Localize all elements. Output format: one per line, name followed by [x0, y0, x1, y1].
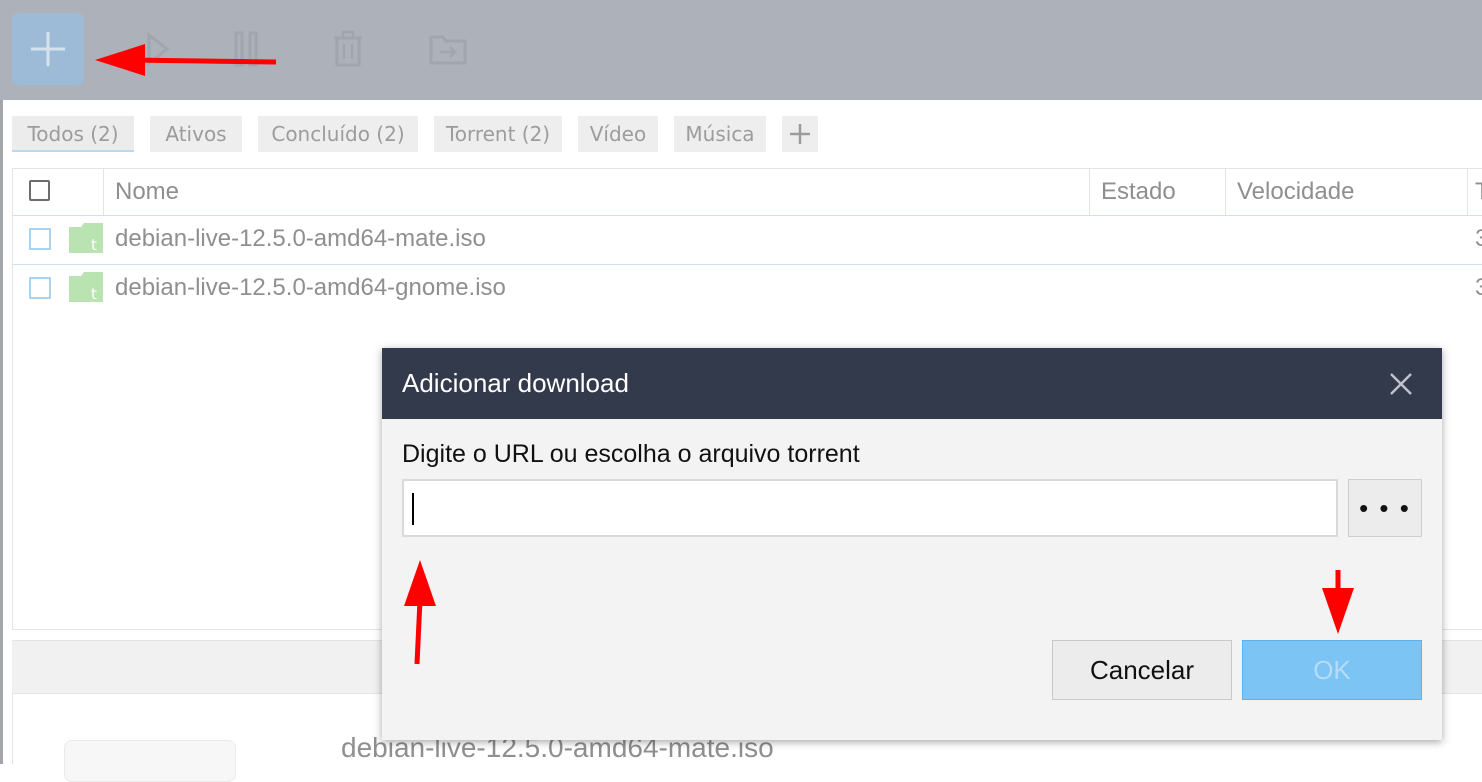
- toolbar: [0, 0, 1482, 100]
- add-download-dialog: Adicionar download Digite o URL ou escol…: [382, 348, 1442, 740]
- row-name: debian-live-12.5.0-amd64-mate.iso: [115, 225, 486, 252]
- tab-todos[interactable]: Todos (2): [12, 116, 134, 152]
- start-button[interactable]: [120, 13, 192, 85]
- tab-ativos[interactable]: Ativos: [150, 116, 242, 152]
- table-row[interactable]: t debian-live-12.5.0-amd64-gnome.iso 3: [13, 265, 1482, 313]
- tab-musica[interactable]: Música: [674, 116, 766, 152]
- table-row[interactable]: t debian-live-12.5.0-amd64-mate.iso 3: [13, 215, 1482, 265]
- column-divider: [1467, 169, 1468, 215]
- close-button[interactable]: [1386, 369, 1416, 399]
- url-input[interactable]: [402, 479, 1338, 537]
- move-to-folder-icon: [429, 35, 467, 65]
- browse-torrent-button[interactable]: • • •: [1348, 479, 1422, 537]
- tab-torrent[interactable]: Torrent (2): [434, 116, 562, 152]
- torrent-folder-icon: t: [69, 272, 103, 302]
- column-divider: [1225, 169, 1226, 215]
- close-icon: [1390, 373, 1412, 395]
- row-truncated-value: 3: [1475, 225, 1482, 252]
- column-header-truncated[interactable]: T: [1475, 169, 1482, 215]
- plus-icon: [790, 124, 810, 144]
- url-label: Digite o URL ou escolha o arquivo torren…: [402, 440, 860, 468]
- dialog-title: Adicionar download: [402, 368, 629, 398]
- table-header: Nome Estado Velocidade T: [13, 169, 1482, 216]
- pause-button[interactable]: [210, 13, 282, 85]
- cancel-button[interactable]: Cancelar: [1052, 640, 1232, 700]
- row-name: debian-live-12.5.0-amd64-gnome.iso: [115, 274, 506, 301]
- svg-text:t: t: [91, 236, 97, 253]
- dialog-header: Adicionar download: [382, 348, 1442, 419]
- column-header-estado[interactable]: Estado: [1101, 169, 1176, 215]
- tab-concluido[interactable]: Concluído (2): [258, 116, 418, 152]
- pause-icon: [234, 31, 258, 67]
- column-divider: [1089, 169, 1090, 215]
- torrent-folder-icon: t: [69, 223, 103, 253]
- play-icon: [147, 31, 170, 67]
- column-header-nome[interactable]: Nome: [115, 169, 179, 215]
- delete-button[interactable]: [312, 13, 384, 85]
- row-checkbox[interactable]: [29, 277, 51, 299]
- row-truncated-value: 3: [1475, 274, 1482, 301]
- plus-icon: [31, 32, 65, 66]
- window-edge: [0, 100, 3, 764]
- ok-button[interactable]: OK: [1242, 640, 1422, 700]
- add-category-button[interactable]: [782, 116, 818, 152]
- text-caret: [412, 493, 414, 525]
- tab-video[interactable]: Vídeo: [578, 116, 658, 152]
- svg-text:t: t: [91, 285, 97, 302]
- row-checkbox[interactable]: [29, 228, 51, 250]
- column-header-velocidade[interactable]: Velocidade: [1237, 169, 1354, 215]
- select-all-checkbox[interactable]: [29, 180, 50, 201]
- trash-icon: [334, 30, 362, 67]
- move-button[interactable]: [412, 13, 484, 85]
- column-divider: [103, 169, 104, 215]
- file-preview-icon: [64, 740, 236, 782]
- add-download-button[interactable]: [12, 13, 84, 85]
